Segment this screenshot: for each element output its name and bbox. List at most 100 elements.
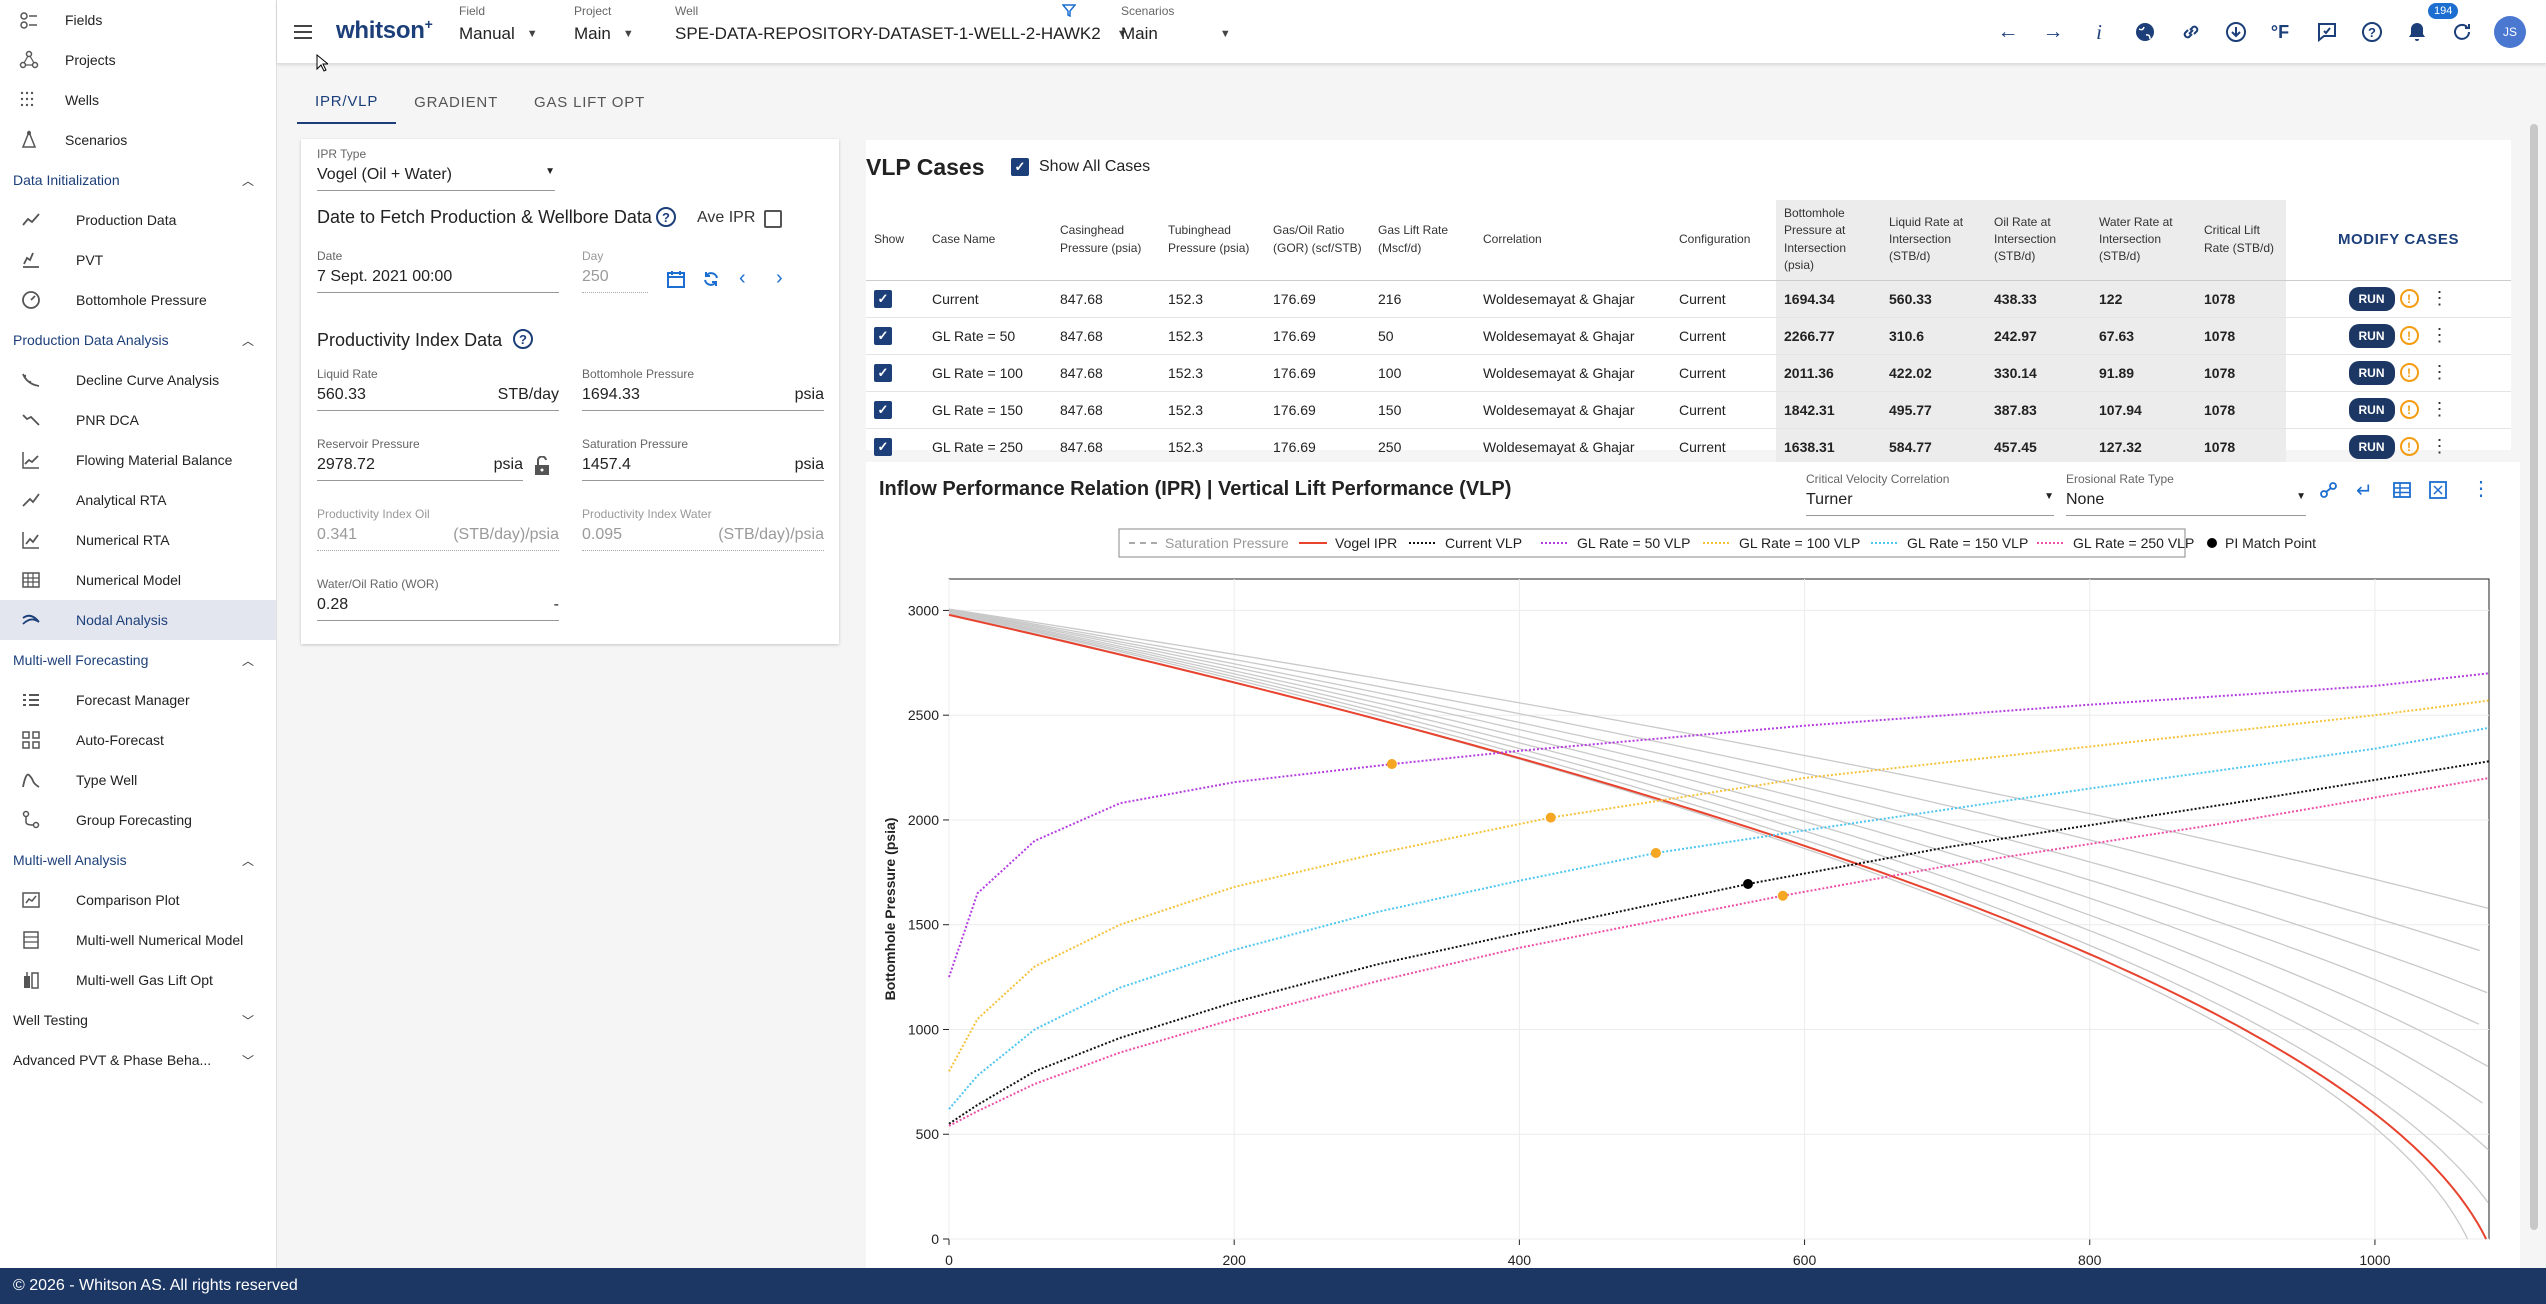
sidebar-item-nodal-analysis[interactable]: Nodal Analysis (0, 600, 276, 640)
filter-icon[interactable] (1061, 3, 1077, 18)
sidebar-section-data-initialization[interactable]: Data Initialization ︿ (0, 160, 276, 200)
tab-ipr-vlp[interactable]: IPR/VLP (297, 80, 397, 124)
show-case-checkbox[interactable]: ✓ (874, 326, 892, 345)
menu-icon[interactable] (291, 20, 315, 44)
warning-icon[interactable]: ! (2399, 289, 2419, 309)
sidebar-section-multi-well-forecasting[interactable]: Multi-well Forecasting ︿ (0, 640, 276, 680)
table-cell: 1694.34 (1776, 280, 1881, 318)
notifications-bell-icon[interactable] (2403, 18, 2431, 46)
run-button[interactable]: RUN (2348, 434, 2395, 459)
page-scrollbar[interactable] (2530, 124, 2538, 1230)
tab-gradient[interactable]: GRADIENT (396, 80, 516, 124)
sidebar-item-multi-well-numerical-model[interactable]: Multi-well Numerical Model (0, 920, 276, 960)
liquid-rate-field[interactable]: Liquid Rate 560.33 STB/day (317, 367, 559, 411)
bhp-field[interactable]: Bottomhole Pressure 1694.33 psia (582, 367, 824, 411)
link-icon[interactable] (2177, 18, 2205, 46)
forward-arrow-icon[interactable]: → (2039, 18, 2067, 46)
run-button[interactable]: RUN (2348, 323, 2395, 348)
run-button[interactable]: RUN (2348, 286, 2395, 311)
sidebar-item-analytical-rta[interactable]: Analytical RTA (0, 480, 276, 520)
ave-ipr-checkbox[interactable] (764, 210, 782, 228)
sync-icon[interactable] (701, 269, 723, 291)
warning-icon[interactable]: ! (2399, 326, 2419, 346)
sidebar-section-multi-well-analysis[interactable]: Multi-well Analysis ︿ (0, 840, 276, 880)
sidebar-section-label: Well Testing (13, 1012, 88, 1028)
sidebar-item-numerical-model[interactable]: Numerical Model (0, 560, 276, 600)
field-select[interactable]: Field Manual ▼ (459, 4, 538, 44)
reservoir-pressure-field[interactable]: Reservoir Pressure 2978.72 psia (317, 437, 523, 481)
well-select[interactable]: Well SPE-DATA-REPOSITORY-DATASET-1-WELL-… (675, 4, 1128, 44)
wor-field[interactable]: Water/Oil Ratio (WOR) 0.28 - (317, 577, 559, 621)
sidebar-item-pnr-dca[interactable]: PNR DCA (0, 400, 276, 440)
refresh-icon[interactable] (2448, 18, 2476, 46)
globe-icon[interactable] (2131, 18, 2159, 46)
row-actions: RUN! ⋮ (2286, 428, 2511, 466)
download-icon[interactable] (2222, 18, 2250, 46)
row-more-icon[interactable]: ⋮ (2431, 288, 2449, 309)
sidebar-item-decline-curve-analysis[interactable]: Decline Curve Analysis (0, 360, 276, 400)
run-button[interactable]: RUN (2348, 397, 2395, 422)
sidebar-section-label: Production Data Analysis (13, 332, 169, 348)
project-select[interactable]: Project Main ▼ (574, 4, 634, 44)
scenarios-icon (18, 130, 40, 150)
date-input[interactable]: Date 7 Sept. 2021 00:00 (317, 249, 559, 293)
show-case-checkbox[interactable]: ✓ (874, 400, 892, 419)
feedback-icon[interactable] (2313, 18, 2341, 46)
sidebar-item-pvt[interactable]: PVT (0, 240, 276, 280)
show-case-checkbox[interactable]: ✓ (874, 289, 892, 308)
help-icon[interactable]: ? (2358, 18, 2386, 46)
sidebar-section-advanced-pvt-phase-beha[interactable]: Advanced PVT & Phase Beha... ﹀ (0, 1040, 276, 1080)
row-more-icon[interactable]: ⋮ (2431, 436, 2449, 457)
sidebar-item-comparison-plot[interactable]: Comparison Plot (0, 880, 276, 920)
sidebar-item-forecast-manager[interactable]: Forecast Manager (0, 680, 276, 720)
sidebar-item-multi-well-gas-lift-opt[interactable]: Multi-well Gas Lift Opt (0, 960, 276, 1000)
next-day-icon[interactable]: › (776, 267, 783, 290)
sidebar-item-group-forecasting[interactable]: Group Forecasting (0, 800, 276, 840)
row-more-icon[interactable]: ⋮ (2431, 362, 2449, 383)
show-all-checkbox[interactable]: ✓ (1011, 158, 1029, 176)
sidebar-section-production-data-analysis[interactable]: Production Data Analysis ︿ (0, 320, 276, 360)
tab-gas-lift-opt[interactable]: GAS LIFT OPT (516, 80, 663, 124)
sidebar-item-scenarios[interactable]: Scenarios (0, 120, 276, 160)
row-more-icon[interactable]: ⋮ (2431, 399, 2449, 420)
pnr-dca-icon (20, 410, 42, 430)
show-case-checkbox[interactable]: ✓ (874, 437, 892, 456)
show-case-checkbox[interactable]: ✓ (874, 363, 892, 382)
modify-cases-button[interactable]: MODIFY CASES (2286, 200, 2511, 281)
back-arrow-icon[interactable]: ← (1994, 18, 2022, 46)
warning-icon[interactable]: ! (2399, 400, 2419, 420)
row-more-icon[interactable]: ⋮ (2431, 325, 2449, 346)
sidebar-item-flowing-material-balance[interactable]: Flowing Material Balance (0, 440, 276, 480)
avatar[interactable]: JS (2494, 16, 2526, 48)
sidebar-item-auto-forecast[interactable]: Auto-Forecast (0, 720, 276, 760)
run-button[interactable]: RUN (2348, 360, 2395, 385)
sidebar-item-projects[interactable]: Projects (0, 40, 276, 80)
sidebar-item-production-data[interactable]: Production Data (0, 200, 276, 240)
logo-text: whitson (336, 17, 425, 44)
sidebar-item-wells[interactable]: Wells (0, 80, 276, 120)
sidebar-section-well-testing[interactable]: Well Testing ﹀ (0, 1000, 276, 1040)
saturation-pressure-field[interactable]: Saturation Pressure 1457.4 psia (582, 437, 824, 481)
date-help-icon[interactable]: ? (656, 207, 676, 227)
ipr-type-select[interactable]: IPR Type Vogel (Oil + Water) ▼ (317, 147, 555, 191)
unlock-icon[interactable] (533, 455, 553, 476)
day-input[interactable]: Day 250 (582, 249, 648, 293)
warning-icon[interactable]: ! (2399, 437, 2419, 457)
whitson-logo[interactable]: whitson+ (336, 16, 433, 45)
warning-icon[interactable]: ! (2399, 363, 2419, 383)
wor-caption: Water/Oil Ratio (WOR) (317, 577, 439, 591)
ipr-vlp-chart[interactable]: 0 200 400 600 800 1000 0 500 1000 1500 2000 2500 300… (866, 462, 2520, 1268)
sidebar-item-bottomhole-pressure[interactable]: Bottomhole Pressure (0, 280, 276, 320)
sidebar-item-label: Projects (65, 52, 116, 68)
info-icon[interactable]: i (2085, 18, 2113, 46)
pi-help-icon[interactable]: ? (513, 329, 533, 349)
scenarios-select[interactable]: Scenarios Main ▼ (1121, 4, 1231, 44)
units-icon[interactable]: °F (2266, 18, 2294, 46)
sidebar-item-fields[interactable]: Fields (0, 0, 276, 40)
prev-day-icon[interactable]: ‹ (739, 267, 746, 290)
sidebar-item-numerical-rta[interactable]: Numerical RTA (0, 520, 276, 560)
table-cell: 1842.31 (1776, 391, 1881, 429)
calendar-icon[interactable] (666, 269, 688, 291)
sidebar-item-type-well[interactable]: Type Well (0, 760, 276, 800)
numerical-rta-icon (20, 530, 42, 550)
